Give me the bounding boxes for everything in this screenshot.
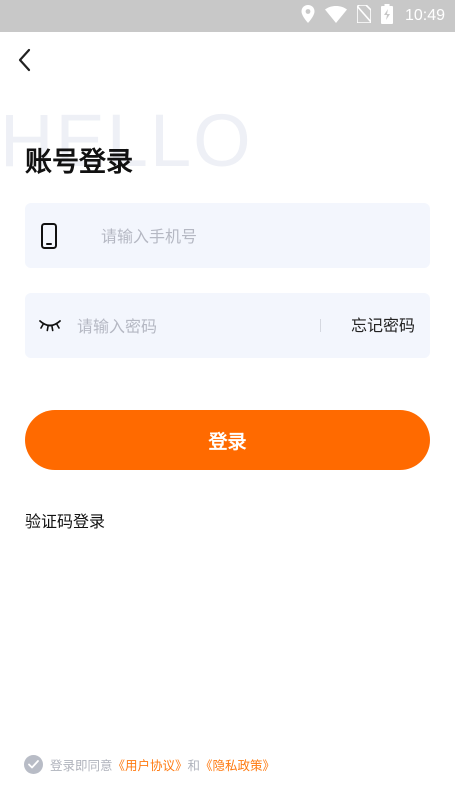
status-icons: 10:49 (301, 0, 445, 32)
page-title: 账号登录 (25, 147, 133, 178)
phone-field[interactable] (25, 203, 430, 270)
phone-icon (38, 222, 60, 250)
status-time: 10:49 (404, 7, 445, 24)
status-bar: 10:49 (0, 0, 455, 32)
chevron-left-icon (17, 48, 31, 76)
no-sim-icon (356, 4, 372, 27)
agreement-and: 和 (187, 757, 201, 773)
location-icon (301, 5, 315, 27)
agree-checkbox[interactable] (24, 754, 43, 774)
user-agreement-link[interactable]: 《用户协议》 (113, 755, 188, 774)
forgot-password-link[interactable]: 忘记密码 (351, 293, 415, 358)
login-button[interactable]: 登录 (25, 410, 430, 470)
phone-input[interactable] (99, 203, 413, 270)
privacy-policy-link[interactable]: 《隐私政策》 (200, 755, 275, 774)
field-divider (320, 319, 321, 332)
sms-code-login-link[interactable]: 验证码登录 (25, 508, 105, 532)
password-field[interactable]: 忘记密码 (25, 293, 430, 360)
battery-charging-icon (380, 4, 393, 28)
agreement-row: 登录即同意 《用户协议》 和 《隐私政策》 (24, 754, 275, 774)
check-icon (28, 759, 39, 768)
eye-closed-icon[interactable] (38, 317, 62, 333)
password-input[interactable] (75, 293, 319, 360)
agreement-prefix: 登录即同意 (50, 757, 113, 773)
wifi-icon (324, 5, 347, 27)
back-button[interactable] (10, 46, 38, 78)
